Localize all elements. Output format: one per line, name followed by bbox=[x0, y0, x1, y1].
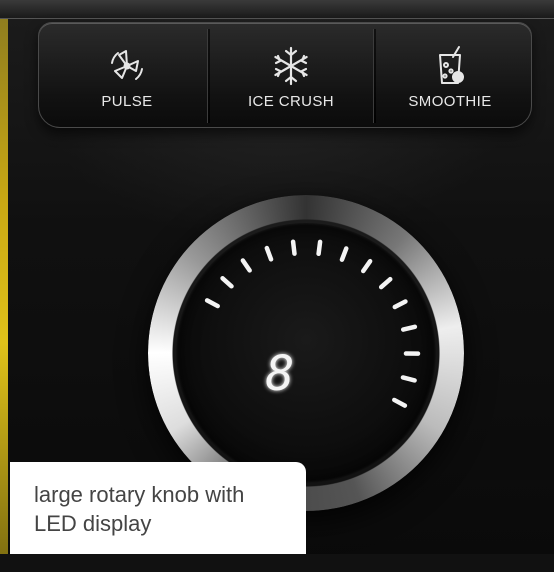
pulse-icon bbox=[111, 50, 143, 80]
program-button-panel: PULSE ICE CRUSH SMOOTHIE bbox=[38, 22, 532, 128]
ice-crush-label: ICE CRUSH bbox=[247, 93, 335, 110]
background-edge bbox=[0, 0, 8, 572]
smoothie-label: SMOOTHIE bbox=[408, 93, 492, 110]
snowflake-icon bbox=[274, 46, 308, 86]
caption-line-1: large rotary knob with bbox=[34, 482, 245, 507]
pulse-label: PULSE bbox=[101, 93, 153, 110]
bottom-strip bbox=[0, 554, 554, 572]
smoothie-button[interactable]: SMOOTHIE bbox=[375, 27, 525, 123]
speed-digit: 8 bbox=[265, 346, 295, 402]
smoothie-cup-icon bbox=[439, 46, 464, 84]
pulse-button[interactable]: PULSE bbox=[49, 27, 205, 123]
ice-crush-button[interactable]: ICE CRUSH bbox=[209, 27, 373, 123]
led-display-face bbox=[176, 223, 436, 483]
appliance-top-rim bbox=[0, 0, 554, 19]
blender-control-panel: PULSE ICE CRUSH SMOOTHIE 8 large rotary … bbox=[0, 0, 554, 572]
caption-box: large rotary knob with LED display bbox=[10, 462, 306, 554]
caption-line-2: LED display bbox=[34, 511, 152, 536]
